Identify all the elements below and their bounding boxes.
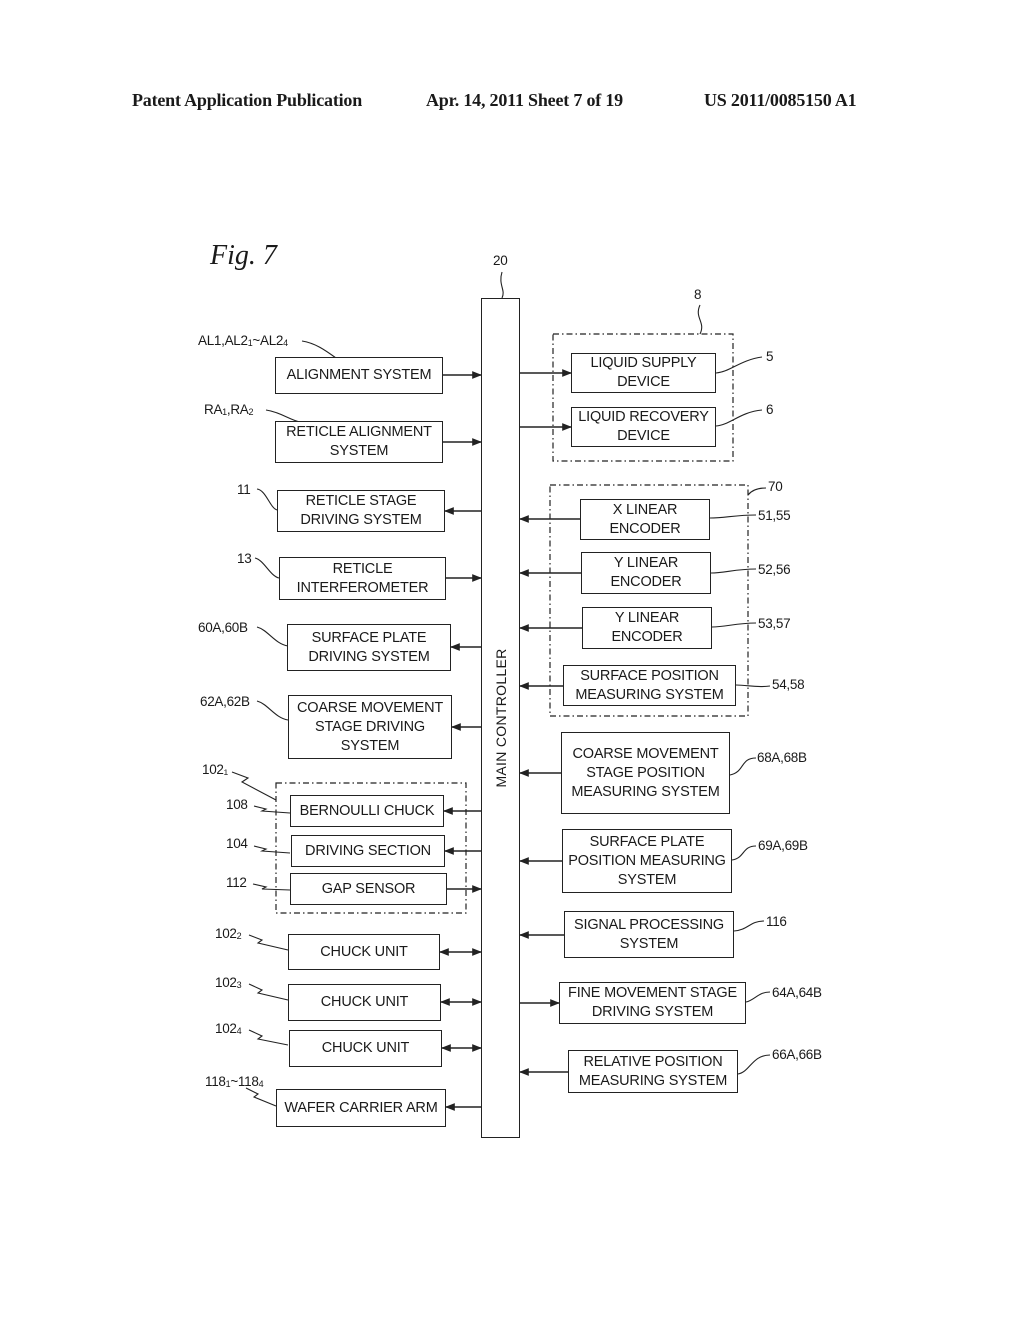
liquid-group-leader — [697, 304, 703, 335]
coarse-movement-stage-driving-system-ref: 62A,62B — [200, 694, 250, 709]
surface-plate-driving-system-ref: 60A,60B — [198, 620, 248, 635]
surface-position-measuring-system-block: SURFACE POSITION MEASURING SYSTEM — [563, 665, 736, 706]
wafer-carrier-arm-ref: 1181~1184 — [205, 1074, 264, 1089]
coarse-movement-stage-driving-system-block: COARSE MOVEMENT STAGE DRIVING SYSTEM — [288, 695, 452, 759]
chuck-unit-3-ref: 1023 — [215, 975, 242, 990]
encoder-group-leader — [747, 487, 767, 496]
y-linear-encoder-1-ref: 52,56 — [758, 562, 791, 577]
chuck-unit-3-block: CHUCK UNIT — [288, 984, 441, 1021]
reticle-interferometer-ref: 13 — [237, 551, 252, 566]
gap-sensor-ref: 112 — [226, 875, 247, 890]
controller-leader — [500, 271, 504, 299]
signal-processing-system-block: SIGNAL PROCESSING SYSTEM — [564, 911, 734, 958]
surface-plate-driving-system-block: SURFACE PLATE DRIVING SYSTEM — [287, 624, 451, 671]
alignment-system-ref: AL1,AL21~AL24 — [198, 333, 288, 348]
coarse-movement-stage-position-measuring-system-block: COARSE MOVEMENT STAGE POSITION MEASURING… — [561, 732, 730, 814]
bernoulli-chuck-ref: 108 — [226, 797, 248, 812]
chuck-group-ref: 102₁ — [202, 762, 228, 777]
liquid-supply-device-ref: 5 — [766, 349, 774, 364]
chuck-unit-4-block: CHUCK UNIT — [289, 1030, 442, 1067]
reticle-alignment-system-ref: RA1,RA2 — [204, 402, 254, 417]
coarse-movement-stage-position-measuring-system-ref: 68A,68B — [757, 750, 807, 765]
encoder-group-ref: 70 — [768, 479, 783, 494]
y-linear-encoder-1-block: Y LINEAR ENCODER — [581, 552, 711, 594]
wafer-carrier-arm-block: WAFER CARRIER ARM — [276, 1089, 446, 1127]
signal-processing-system-ref: 116 — [766, 914, 787, 929]
x-linear-encoder-block: X LINEAR ENCODER — [580, 499, 710, 540]
reticle-alignment-system-block: RETICLE ALIGNMENT SYSTEM — [275, 421, 443, 463]
y-linear-encoder-2-block: Y LINEAR ENCODER — [582, 607, 712, 649]
relative-position-measuring-system-block: RELATIVE POSITION MEASURING SYSTEM — [568, 1050, 738, 1093]
x-linear-encoder-ref: 51,55 — [758, 508, 791, 523]
fine-movement-stage-driving-system-ref: 64A,64B — [772, 985, 822, 1000]
surface-position-measuring-system-ref: 54,58 — [772, 677, 805, 692]
y-linear-encoder-2-ref: 53,57 — [758, 616, 791, 631]
liquid-recovery-device-block: LIQUID RECOVERY DEVICE — [571, 407, 716, 447]
chuck-group-leader — [231, 771, 277, 801]
surface-plate-position-measuring-system-block: SURFACE PLATE POSITION MEASURING SYSTEM — [562, 829, 732, 893]
surface-plate-position-measuring-system-ref: 69A,69B — [758, 838, 808, 853]
bernoulli-chuck-block: BERNOULLI CHUCK — [290, 795, 444, 827]
chuck-unit-2-ref: 1022 — [215, 926, 242, 941]
gap-sensor-block: GAP SENSOR — [290, 873, 447, 905]
liquid-supply-device-block: LIQUID SUPPLY DEVICE — [571, 353, 716, 393]
liquid-recovery-device-ref: 6 — [766, 402, 774, 417]
fine-movement-stage-driving-system-block: FINE MOVEMENT STAGE DRIVING SYSTEM — [559, 982, 746, 1024]
reticle-stage-driving-system-ref: 11 — [237, 482, 251, 497]
alignment-system-block: ALIGNMENT SYSTEM — [275, 357, 443, 394]
controller-ref: 20 — [493, 253, 508, 268]
main-controller-block: MAIN CONTROLLER — [481, 298, 520, 1138]
main-controller-label: MAIN CONTROLLER — [492, 648, 509, 788]
relative-position-measuring-system-ref: 66A,66B — [772, 1047, 822, 1062]
chuck-unit-4-ref: 1024 — [215, 1021, 242, 1036]
chuck-unit-2-block: CHUCK UNIT — [288, 934, 440, 970]
driving-section-block: DRIVING SECTION — [291, 835, 445, 867]
driving-section-ref: 104 — [226, 836, 248, 851]
reticle-stage-driving-system-block: RETICLE STAGE DRIVING SYSTEM — [277, 490, 445, 532]
liquid-group-ref: 8 — [694, 287, 702, 302]
reticle-interferometer-block: RETICLE INTERFEROMETER — [279, 557, 446, 600]
